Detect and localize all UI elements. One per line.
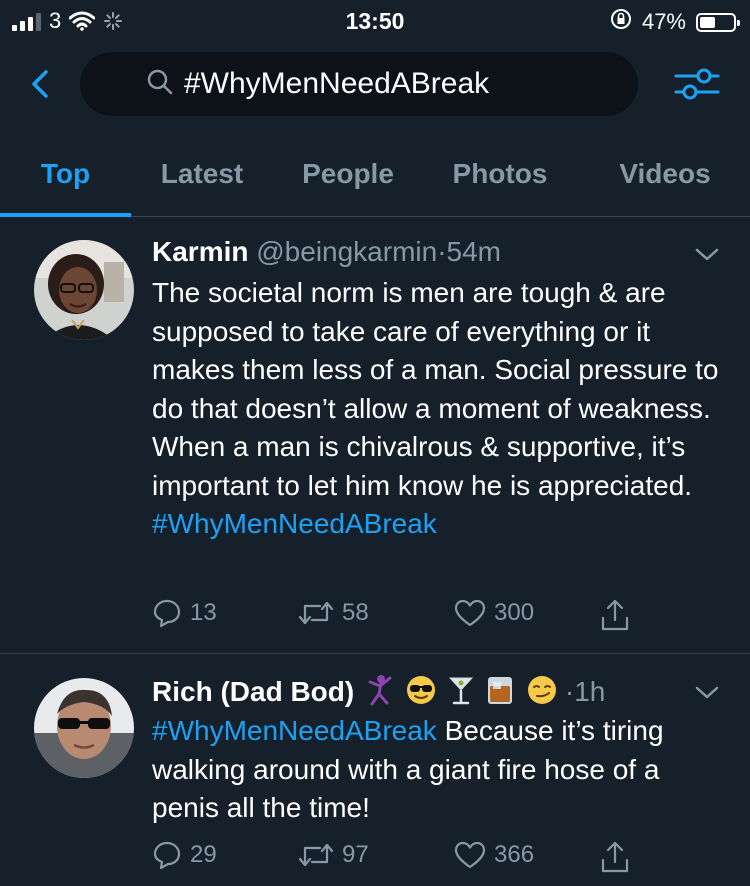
share-icon [601,841,629,873]
like-count: 300 [494,599,535,626]
search-query-text: #WhyMenNeedABreak [184,67,490,100]
tweet-menu-button[interactable] [694,684,720,707]
share-icon [601,599,629,631]
tweet[interactable]: Rich (Dad Bod) ·1h #WhyMenNeedABreak Bec… [0,654,750,886]
search-tabs: Top Latest People Photos Videos [0,150,750,217]
tweet-text: The societal norm is men are tough & are… [152,274,722,544]
reply-icon [153,841,181,870]
tweet-author-name[interactable]: Karmin [152,236,248,267]
avatar-karmin-image [34,240,134,340]
heart-icon [454,599,486,627]
tweet-header: Karmin @beingkarmin·54m [152,236,501,268]
tab-top-label: Top [40,158,91,189]
tab-photos[interactable]: Photos [440,150,560,216]
retweet-icon [298,601,334,625]
dancer-emoji [366,674,394,713]
battery-percent: 47% [641,9,686,34]
tweet-timestamp[interactable]: 1h [574,676,605,707]
battery-icon [696,12,740,32]
like-count: 366 [494,841,535,868]
tweet-timestamp[interactable]: 54m [447,236,501,267]
tweet-menu-button[interactable] [694,246,720,269]
retweet-button[interactable]: 97 [298,840,369,870]
tab-videos[interactable]: Videos [606,150,724,216]
tweet-actions: 29 97 366 [152,840,632,876]
sunglasses-emoji [406,675,436,712]
chevron-left-icon [32,70,48,98]
heart-icon [454,841,486,869]
like-button[interactable]: 300 [454,598,534,628]
battery-fill [700,16,715,28]
tab-photos-label: Photos [452,158,548,189]
status-right: 47% [610,8,740,36]
reply-icon [153,599,181,628]
avatar[interactable] [34,678,134,778]
tweet-actions: 13 58 300 [152,598,632,634]
tweet-text: #WhyMenNeedABreak Because it’s tiring wa… [152,712,722,828]
tweet[interactable]: Karmin @beingkarmin·54m The societal nor… [0,216,750,653]
search-icon [146,68,174,101]
filter-sliders-icon [674,68,720,100]
search-filter-button[interactable] [674,62,720,111]
hashtag-link[interactable]: #WhyMenNeedABreak [152,508,437,539]
tweet-author-name[interactable]: Rich (Dad Bod) [152,676,354,707]
hashtag-link[interactable]: #WhyMenNeedABreak [152,715,437,746]
tab-videos-label: Videos [619,158,711,189]
chevron-down-icon [695,248,719,261]
whiskey-emoji [485,674,515,713]
like-button[interactable]: 366 [454,840,534,870]
search-input[interactable]: #WhyMenNeedABreak [80,52,638,116]
tweet-meta-separator: · [564,675,575,707]
status-bar: 3 13:50 47% [0,0,750,42]
reply-button[interactable]: 29 [152,840,217,870]
chevron-down-icon [695,686,719,699]
cocktail-emoji [448,674,474,713]
reply-count: 29 [190,841,217,868]
share-button[interactable] [600,598,630,632]
tweet-meta-separator: · [437,236,447,267]
share-button[interactable] [600,840,630,874]
tab-people-label: People [302,158,394,189]
tweet-author-handle[interactable]: @beingkarmin [256,236,437,267]
avatar[interactable] [34,240,134,340]
tab-top[interactable]: Top [0,150,131,217]
search-header: #WhyMenNeedABreak [0,52,750,116]
tweet-body-text: The societal norm is men are tough & are… [152,277,719,501]
back-button[interactable] [22,64,62,104]
tab-latest[interactable]: Latest [141,150,263,216]
tab-latest-label: Latest [160,158,244,189]
retweet-icon [298,843,334,867]
retweet-button[interactable]: 58 [298,598,369,628]
smirk-emoji [527,675,557,712]
reply-button[interactable]: 13 [152,598,217,628]
avatar-rich-image [34,678,134,778]
reply-count: 13 [190,599,217,626]
tweet-header: Rich (Dad Bod) ·1h [152,674,605,713]
retweet-count: 58 [342,599,369,626]
retweet-count: 97 [342,841,369,868]
tab-people[interactable]: People [288,150,408,216]
orientation-lock-icon [610,8,632,36]
